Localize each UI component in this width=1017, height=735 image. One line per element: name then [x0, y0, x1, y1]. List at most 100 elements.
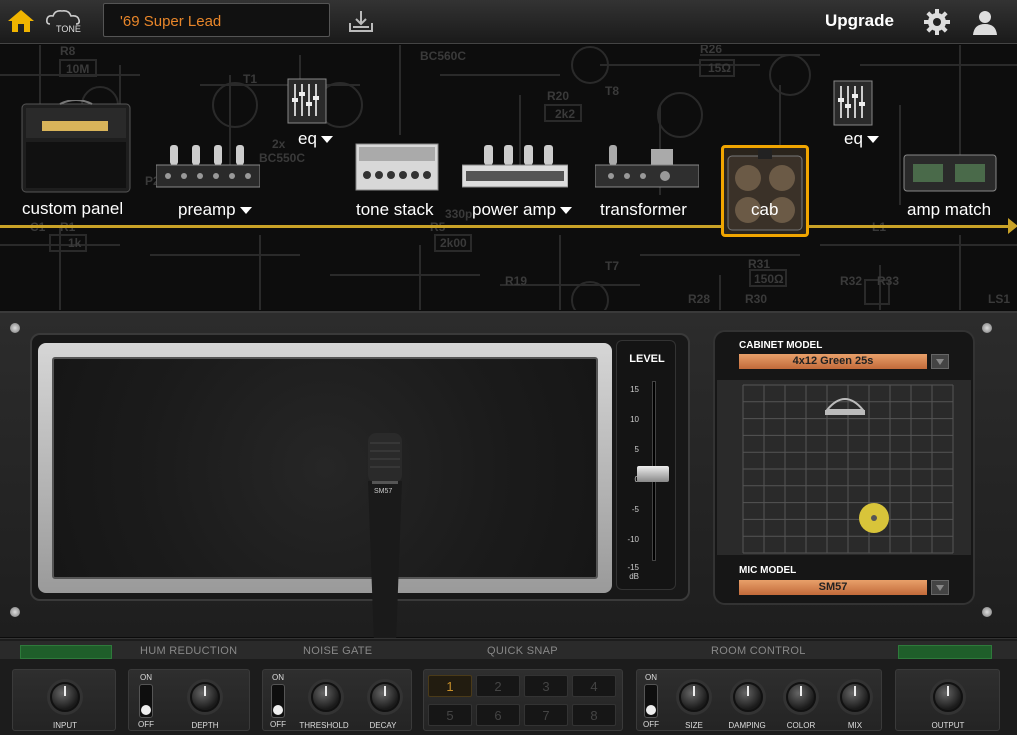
dropdown-caret-icon [239, 207, 252, 215]
color-label: COLOR [786, 721, 816, 730]
eq-label-text: eq [298, 129, 317, 148]
preamp-tubes-icon [155, 145, 261, 188]
tone-stack-icon [355, 143, 439, 191]
gate-off-label: OFF [270, 720, 286, 729]
cabinet-model-label: CABINET MODEL [739, 340, 823, 351]
module-eq-2[interactable] [833, 80, 873, 126]
switch-handle [141, 705, 151, 715]
module-custom-panel[interactable] [20, 99, 132, 195]
quick-snap-4[interactable]: 4 [572, 675, 616, 697]
schem-label: BC550C [259, 151, 305, 165]
module-label-power-amp[interactable]: power amp [472, 200, 573, 220]
size-knob[interactable] [679, 682, 709, 712]
quick-snap-8[interactable]: 8 [572, 704, 616, 726]
preset-name: '69 Super Lead [120, 13, 222, 30]
schem-label: BC560C [420, 49, 466, 63]
hum-reduction-switch[interactable] [139, 684, 153, 718]
quick-snap-1[interactable]: 1 [428, 675, 472, 697]
cabinet-icon [727, 149, 803, 231]
module-power-amp[interactable] [461, 145, 569, 190]
logo-text: TONE [56, 24, 81, 34]
screw-icon [10, 607, 20, 617]
schem-label: 2x [272, 137, 286, 151]
mic-position-dot [871, 515, 877, 521]
input-knob[interactable] [50, 682, 80, 712]
schem-label: R28 [688, 292, 710, 306]
quick-snap-3[interactable]: 3 [524, 675, 568, 697]
speaker-cone-icon [824, 398, 866, 411]
section-room-control: ROOM CONTROL [711, 645, 806, 657]
schem-label: T8 [605, 84, 619, 98]
mic-model-dropdown-icon[interactable] [931, 580, 949, 595]
module-label-eq-2[interactable]: eq [844, 129, 879, 149]
mic-model-select[interactable]: SM57 [739, 580, 927, 595]
module-preamp[interactable] [155, 145, 261, 190]
module-cab[interactable] [721, 145, 809, 237]
user-icon[interactable] [971, 8, 999, 36]
hum-reduction-box: ON OFF DEPTH [128, 669, 250, 731]
room-control-switch[interactable] [644, 684, 658, 718]
upgrade-button[interactable]: Upgrade [825, 11, 894, 31]
level-tick: 10 [630, 415, 639, 424]
quick-snap-5[interactable]: 5 [428, 704, 472, 726]
schem-label: 1k [68, 236, 82, 250]
module-tone-stack[interactable] [355, 143, 439, 191]
damping-knob[interactable] [733, 682, 763, 712]
module-label-custom-panel[interactable]: custom panel [22, 199, 123, 219]
threshold-label: THRESHOLD [299, 721, 349, 730]
decay-knob[interactable] [370, 682, 400, 712]
tone-logo[interactable]: TONE [44, 8, 84, 34]
module-label-preamp[interactable]: preamp [178, 200, 252, 220]
home-icon[interactable] [7, 8, 35, 34]
section-hum-reduction: HUM REDUCTION [140, 645, 238, 657]
quick-snap-box: 1 2 3 4 5 6 7 8 [423, 669, 623, 731]
level-fader: LEVEL 15 10 5 0 -5 -10 -15 dB [616, 340, 676, 590]
room-off-label: OFF [643, 720, 659, 729]
threshold-knob[interactable] [311, 682, 341, 712]
save-icon[interactable] [347, 9, 375, 33]
mic-position-grid[interactable] [717, 380, 971, 555]
output-knob[interactable] [933, 682, 963, 712]
schem-label: 15Ω [708, 61, 731, 75]
amp-head-icon [21, 99, 131, 193]
level-tick: -10 [627, 535, 639, 544]
module-label-tone-stack[interactable]: tone stack [356, 200, 434, 220]
module-label-cab[interactable]: cab [751, 200, 778, 220]
quick-snap-7[interactable]: 7 [524, 704, 568, 726]
level-fader-handle[interactable] [637, 466, 669, 482]
level-tick: 15 [630, 385, 639, 394]
schem-label: 330p [445, 207, 472, 221]
schem-label: R20 [547, 89, 569, 103]
module-amp-match[interactable] [903, 154, 997, 192]
preset-name-field[interactable]: '69 Super Lead [103, 3, 330, 37]
gear-icon[interactable] [923, 8, 951, 36]
color-knob[interactable] [786, 682, 816, 712]
mix-knob[interactable] [840, 682, 870, 712]
cabinet-model-select[interactable]: 4x12 Green 25s [739, 354, 927, 369]
output-label: OUTPUT [931, 721, 965, 730]
eq-unit-icon [833, 80, 873, 126]
level-title: LEVEL [629, 353, 665, 365]
module-label-amp-match[interactable]: amp match [907, 200, 991, 220]
eq-label-text: eq [844, 129, 863, 148]
noise-gate-box: ON OFF THRESHOLD DECAY [262, 669, 412, 731]
noise-gate-switch[interactable] [271, 684, 285, 718]
module-label-eq-1[interactable]: eq [298, 129, 333, 149]
quick-snap-2[interactable]: 2 [476, 675, 520, 697]
mic-grid-svg [742, 384, 954, 554]
schem-label: 2k00 [440, 236, 467, 250]
module-label-transformer[interactable]: transformer [600, 200, 687, 220]
app-root: TONE '69 Super Lead Upgrade BC560C R8 10… [0, 0, 1017, 735]
switch-handle [646, 705, 656, 715]
room-on-label: ON [645, 673, 657, 682]
module-transformer[interactable] [594, 145, 700, 190]
microphone-icon[interactable]: SM57 [362, 433, 408, 643]
schem-label: R19 [505, 274, 527, 288]
bottom-controls: HUM REDUCTION NOISE GATE QUICK SNAP ROOM… [0, 638, 1017, 735]
quick-snap-6[interactable]: 6 [476, 704, 520, 726]
schem-label: LS1 [988, 292, 1010, 306]
mic-model-label: MIC MODEL [739, 565, 797, 576]
cabinet-model-dropdown-icon[interactable] [931, 354, 949, 369]
depth-knob[interactable] [190, 682, 220, 712]
module-eq-1[interactable] [287, 78, 327, 124]
